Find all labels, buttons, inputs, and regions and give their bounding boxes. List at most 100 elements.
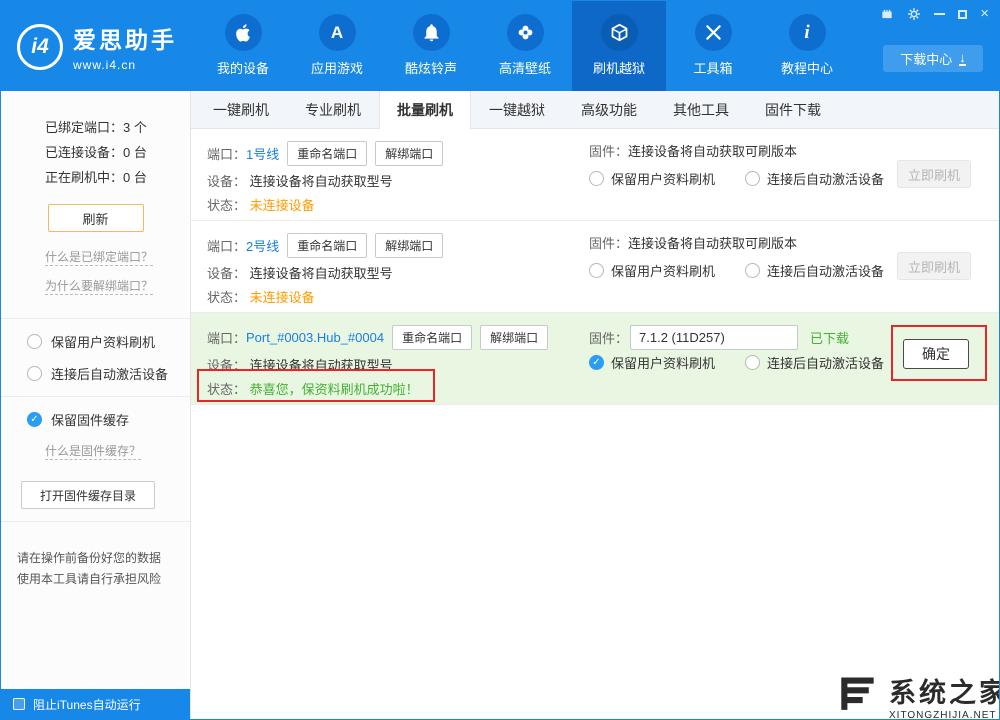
- tab-advanced[interactable]: 高级功能: [563, 91, 655, 129]
- unbind-port-button[interactable]: 解绑端口: [375, 141, 443, 166]
- status-label: 状态：: [207, 382, 246, 397]
- option-auto-activate[interactable]: 连接后自动激活设备: [745, 353, 884, 372]
- unbind-port-button[interactable]: 解绑端口: [480, 325, 548, 350]
- minimize-icon[interactable]: [934, 13, 945, 15]
- nav-label: 工具箱: [693, 58, 732, 77]
- tab-other-tools[interactable]: 其他工具: [655, 91, 747, 129]
- bell-icon: [413, 14, 450, 51]
- nav-item-wallpapers[interactable]: 高清壁纸: [478, 1, 572, 91]
- port-stats: 已绑定端口：3 个 已连接设备：0 台 正在刷机中：0 台: [1, 115, 190, 190]
- rename-port-button[interactable]: 重命名端口: [287, 233, 367, 258]
- port-name: Port_#0003.Hub_#0004: [246, 330, 384, 345]
- checked-radio-icon: [27, 412, 42, 427]
- downloaded-badge: 已下载: [810, 328, 849, 347]
- port-name: 1号线: [246, 144, 279, 163]
- option-keep-user-data[interactable]: 保留用户资料刷机: [589, 261, 715, 280]
- option-keep-user-data[interactable]: 保留用户资料刷机: [1, 332, 190, 351]
- option-keep-firmware-cache[interactable]: 保留固件缓存: [1, 410, 190, 429]
- device-value: 连接设备将自动获取型号: [250, 358, 393, 373]
- close-icon[interactable]: ×: [980, 7, 989, 21]
- nav-item-toolbox[interactable]: 工具箱: [666, 1, 760, 91]
- tab-one-click-flash[interactable]: 一键刷机: [195, 91, 287, 129]
- confirm-button[interactable]: 确定: [903, 339, 969, 369]
- port-row-2: 端口： 2号线 重命名端口 解绑端口 设备： 连接设备将自动获取型号 状态： 未…: [191, 221, 999, 313]
- radio-icon: [589, 263, 604, 278]
- app-window: i4 爱思助手 www.i4.cn 我的设备 A 应用游戏 酷炫铃声: [0, 0, 1000, 720]
- device-label: 设备：: [207, 266, 246, 281]
- status-value: 未连接设备: [250, 290, 315, 305]
- unbind-port-button[interactable]: 解绑端口: [375, 233, 443, 258]
- nav-item-my-devices[interactable]: 我的设备: [196, 1, 290, 91]
- nav-item-tutorials[interactable]: i 教程中心: [760, 1, 854, 91]
- stat-bound-ports: 已绑定端口：3 个: [45, 115, 190, 140]
- nav-item-apps-games[interactable]: A 应用游戏: [290, 1, 384, 91]
- header: i4 爱思助手 www.i4.cn 我的设备 A 应用游戏 酷炫铃声: [1, 1, 999, 91]
- nav-label: 刷机越狱: [593, 58, 645, 77]
- option-auto-activate[interactable]: 连接后自动激活设备: [745, 169, 884, 188]
- firmware-version-select[interactable]: 7.1.2 (11D257): [630, 325, 798, 350]
- divider: [1, 521, 190, 522]
- nav-label: 酷炫铃声: [405, 58, 457, 77]
- sidebar: 已绑定端口：3 个 已连接设备：0 台 正在刷机中：0 台 刷新 什么是已绑定端…: [1, 91, 191, 719]
- flash-now-button[interactable]: 立即刷机: [897, 252, 971, 280]
- download-icon: ↓: [959, 52, 966, 66]
- option-auto-activate[interactable]: 连接后自动激活设备: [745, 261, 884, 280]
- device-label: 设备：: [207, 174, 246, 189]
- firmware-value: 连接设备将自动获取可刷版本: [628, 141, 797, 160]
- firmware-label: 固件：: [589, 233, 628, 252]
- device-value: 连接设备将自动获取型号: [250, 174, 393, 189]
- logo-badge: i4: [17, 24, 63, 70]
- radio-icon: [745, 355, 760, 370]
- link-what-is-firmware-cache[interactable]: 什么是固件缓存？: [45, 442, 141, 460]
- radio-icon: [745, 171, 760, 186]
- skin-icon[interactable]: [880, 7, 894, 21]
- nav-label: 应用游戏: [311, 58, 363, 77]
- watermark: 系统之家 XITONGZHIJIA.NET: [837, 671, 1000, 720]
- block-itunes-toggle[interactable]: 阻止iTunes自动运行: [1, 689, 190, 719]
- window-controls: ×: [880, 7, 989, 21]
- checked-radio-icon: [589, 355, 604, 370]
- status-value: 未连接设备: [250, 198, 315, 213]
- tab-firmware-download[interactable]: 固件下载: [747, 91, 839, 129]
- port-label: 端口：: [207, 236, 246, 255]
- device-label: 设备：: [207, 358, 246, 373]
- rename-port-button[interactable]: 重命名端口: [287, 141, 367, 166]
- radio-icon: [589, 171, 604, 186]
- main-nav: 我的设备 A 应用游戏 酷炫铃声 高清壁纸: [196, 1, 854, 91]
- backup-warning: 请在操作前备份好您的数据 使用本工具请自行承担风险: [1, 534, 190, 590]
- nav-item-ringtones[interactable]: 酷炫铃声: [384, 1, 478, 91]
- firmware-label: 固件：: [589, 141, 628, 160]
- rename-port-button[interactable]: 重命名端口: [392, 325, 472, 350]
- tab-batch-flash[interactable]: 批量刷机: [379, 91, 471, 129]
- gear-icon[interactable]: [907, 7, 921, 21]
- status-label: 状态：: [207, 290, 246, 305]
- refresh-button[interactable]: 刷新: [48, 204, 144, 232]
- download-center-label: 下载中心: [900, 49, 952, 68]
- apple-icon: [225, 14, 262, 51]
- status-value: 恭喜您，保资料刷机成功啦！: [250, 382, 419, 397]
- download-center-button[interactable]: 下载中心 ↓: [883, 45, 983, 72]
- maximize-icon[interactable]: [958, 10, 967, 19]
- link-why-unbind-port[interactable]: 为什么要解绑端口？: [45, 277, 153, 295]
- tab-pro-flash[interactable]: 专业刷机: [287, 91, 379, 129]
- crossed-tools-icon: [695, 14, 732, 51]
- open-firmware-cache-button[interactable]: 打开固件缓存目录: [21, 481, 155, 509]
- stat-connected-devices: 已连接设备：0 台: [45, 140, 190, 165]
- option-keep-user-data[interactable]: 保留用户资料刷机: [589, 169, 715, 188]
- jailbreak-box-icon: [601, 14, 638, 51]
- status-label: 状态：: [207, 198, 246, 213]
- xitongzhijia-logo-icon: [837, 672, 881, 720]
- tab-one-click-jailbreak[interactable]: 一键越狱: [471, 91, 563, 129]
- option-keep-user-data[interactable]: 保留用户资料刷机: [589, 353, 715, 372]
- app-logo: i4 爱思助手 www.i4.cn: [17, 21, 177, 72]
- option-auto-activate[interactable]: 连接后自动激活设备: [1, 364, 190, 383]
- link-what-is-bound-port[interactable]: 什么是已绑定端口？: [45, 248, 153, 266]
- flash-now-button[interactable]: 立即刷机: [897, 160, 971, 188]
- tab-bar: 一键刷机 专业刷机 批量刷机 一键越狱 高级功能 其他工具 固件下载: [191, 91, 999, 129]
- info-icon: i: [789, 14, 826, 51]
- nav-item-flash-jailbreak[interactable]: 刷机越狱: [572, 1, 666, 91]
- main-area: 一键刷机 专业刷机 批量刷机 一键越狱 高级功能 其他工具 固件下载 端口： 1…: [191, 91, 999, 719]
- nav-label: 高清壁纸: [499, 58, 551, 77]
- divider: [1, 318, 190, 319]
- port-row-1: 端口： 1号线 重命名端口 解绑端口 设备： 连接设备将自动获取型号 状态： 未…: [191, 129, 999, 221]
